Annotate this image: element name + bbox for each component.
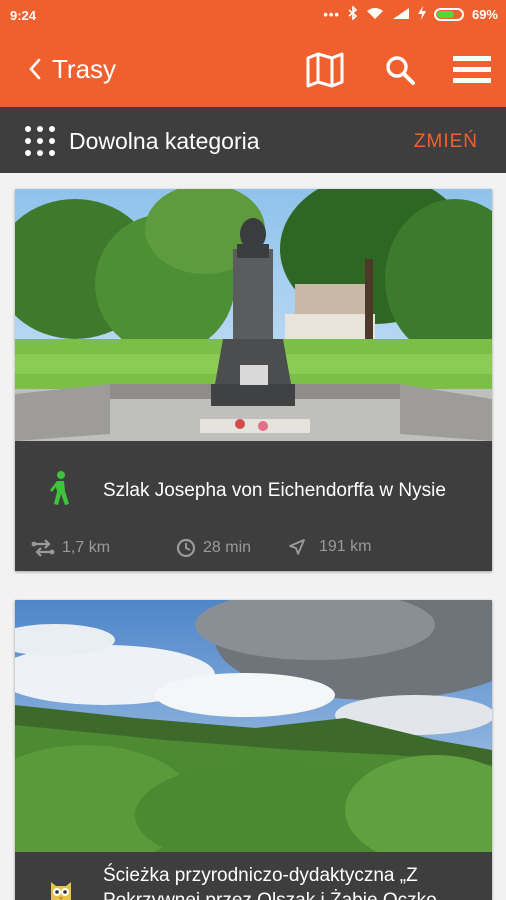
status-time: 9:24 (10, 8, 37, 23)
owl-icon (51, 882, 71, 900)
app-bar: Trasy (0, 30, 506, 107)
top-bar: 9:24 ••• 69% Trasy (0, 0, 506, 107)
route-photo-forest (15, 600, 492, 852)
walking-person-icon (50, 471, 69, 505)
clock-icon (176, 538, 196, 558)
charging-icon (417, 6, 426, 23)
bluetooth-icon (348, 5, 358, 23)
distance-away-stat: 191 km (288, 538, 371, 556)
change-category-button[interactable]: ZMIEŃ (414, 131, 478, 153)
route-stats: 1,7 km 28 min 191 km (15, 534, 492, 564)
duration-stat: 28 min (176, 538, 251, 558)
hamburger-menu-icon (453, 56, 491, 83)
route-title: Ścieżka przyrodniczo-dydaktyczna „Z Pokr… (103, 865, 437, 900)
battery-percent: 69% (471, 7, 498, 22)
map-button[interactable] (303, 48, 347, 92)
distance-away-value: 191 km (319, 538, 372, 555)
distance-value: 1,7 km (62, 539, 111, 556)
distance-stat: 1,7 km (31, 538, 110, 558)
menu-button[interactable] (450, 48, 494, 92)
back-label: Trasy (52, 53, 117, 84)
route-title: Szlak Josepha von Eichendorffa w Nysie (103, 480, 446, 501)
duration-value: 28 min (203, 539, 252, 556)
status-icons: ••• 69% (323, 5, 498, 23)
back-button[interactable]: Trasy (28, 50, 128, 88)
category-label: Dowolna kategoria (69, 128, 260, 154)
status-bar: 9:24 ••• 69% (0, 0, 506, 30)
signal-icon (392, 7, 410, 23)
more-dots-icon: ••• (323, 7, 340, 22)
map-icon (306, 52, 344, 88)
route-card[interactable]: Szlak Josepha von Eichendorffa w Nysie 1… (15, 189, 492, 571)
navigation-arrow-icon (289, 539, 305, 555)
category-grid-icon[interactable] (24, 125, 56, 157)
battery-icon (433, 8, 464, 21)
route-photo-monument (15, 189, 492, 441)
search-icon (386, 56, 415, 85)
chevron-left-icon (29, 58, 41, 80)
search-button[interactable] (378, 48, 422, 92)
wifi-icon (366, 7, 384, 23)
route-card[interactable]: Ścieżka przyrodniczo-dydaktyczna „Z Pokr… (15, 600, 492, 900)
route-loop-icon (31, 539, 55, 557)
category-bar: Dowolna kategoria ZMIEŃ (0, 107, 506, 173)
